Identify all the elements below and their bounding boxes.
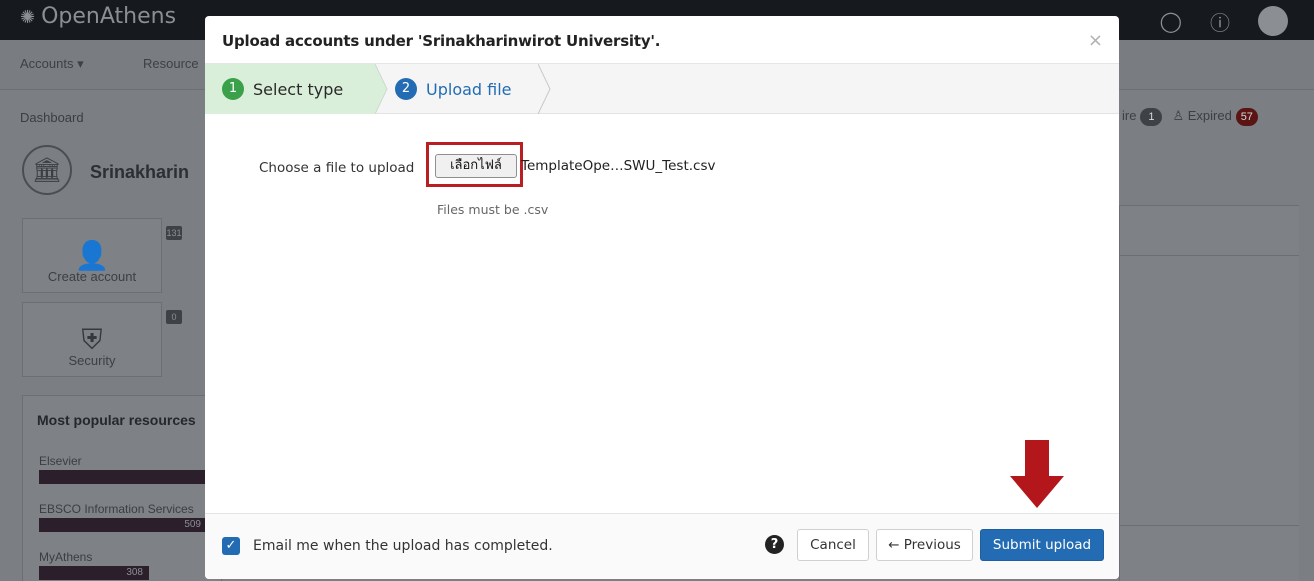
selected-file-name: TemplateOpe…SWU_Test.csv <box>521 158 716 174</box>
divider <box>1119 255 1299 256</box>
tile-label: Security <box>68 353 116 368</box>
tile-badge: 131 <box>166 226 182 240</box>
help-icon[interactable]: ? <box>765 535 784 554</box>
status-badge: 57 <box>1235 108 1258 126</box>
tile-security[interactable]: ⛨ Security <box>22 302 162 377</box>
resource-label: Elsevier <box>39 454 82 468</box>
modal-header: Upload accounts under 'Srinakharinwirot … <box>205 16 1119 64</box>
annotation-arrow-down-icon <box>1010 440 1064 508</box>
chat-icon[interactable]: ◯ <box>1160 9 1182 33</box>
tile-label: Create account <box>47 269 137 284</box>
popular-resources-panel: Most popular resources Elsevier EBSCO In… <box>22 395 223 581</box>
tile-badge: 0 <box>166 310 182 324</box>
org-name: Srinakharin <box>90 162 190 182</box>
account-statuses: ire 1 ♙ Expired 57 <box>1122 108 1258 126</box>
file-upload-row: Choose a file to upload เลือกไฟล์ Templa… <box>205 114 1119 234</box>
top-bar-icons: ◯ ⓘ <box>1160 6 1288 36</box>
shield-icon: ⛨ <box>81 323 103 356</box>
step-upload-file[interactable]: 2 Upload file <box>395 64 545 114</box>
institution-icon: 🏛 <box>22 145 72 195</box>
wizard-steps: 1 Select type 2 Upload file <box>205 64 1119 114</box>
app-logo: ✺ OpenAthens <box>20 4 177 29</box>
panel-title: Most popular resources <box>37 412 196 428</box>
step-separator <box>375 64 388 114</box>
close-icon[interactable]: × <box>1088 30 1103 51</box>
step-separator <box>538 64 551 114</box>
avatar[interactable] <box>1258 6 1288 36</box>
step-label: Select type <box>253 79 344 99</box>
file-upload-label: Choose a file to upload <box>259 160 415 176</box>
tile-create-account[interactable]: 👤 Create account <box>22 218 162 293</box>
resource-bar: 509 <box>39 518 207 532</box>
file-help-text: Files must be .csv <box>437 202 549 217</box>
email-notify-label[interactable]: Email me when the upload has completed. <box>253 538 553 554</box>
step-select-type[interactable]: 1 Select type <box>205 64 375 114</box>
step-label: Upload file <box>426 79 512 99</box>
modal-title: Upload accounts under 'Srinakharinwirot … <box>222 32 661 50</box>
breadcrumb[interactable]: Dashboard <box>20 110 84 125</box>
nav-resources[interactable]: Resource <box>143 56 199 71</box>
step-number: 1 <box>222 78 244 100</box>
status-expired[interactable]: ♙ Expired 57 <box>1172 108 1258 126</box>
status-badge: 1 <box>1140 108 1163 126</box>
status-expiring[interactable]: ire 1 <box>1122 108 1163 126</box>
cancel-button[interactable]: Cancel <box>797 529 869 561</box>
resource-bar: 308 <box>39 566 149 580</box>
nav-accounts[interactable]: Accounts ▾ <box>20 56 84 72</box>
submit-upload-button[interactable]: Submit upload <box>980 529 1104 561</box>
resource-label: EBSCO Information Services <box>39 502 194 516</box>
info-icon[interactable]: ⓘ <box>1210 7 1230 36</box>
step-number: 2 <box>395 78 417 100</box>
modal-footer: ✓ Email me when the upload has completed… <box>205 513 1119 579</box>
choose-file-button[interactable]: เลือกไฟล์ <box>435 154 517 178</box>
resource-bar <box>39 470 223 484</box>
upload-modal: Upload accounts under 'Srinakharinwirot … <box>205 16 1119 579</box>
divider <box>1119 525 1299 526</box>
email-notify-checkbox[interactable]: ✓ <box>222 537 240 555</box>
previous-button[interactable]: ← Previous <box>876 529 973 561</box>
user-plus-icon: 👤 <box>74 239 110 272</box>
resource-label: MyAthens <box>39 550 93 564</box>
openathens-logo-icon: ✺ <box>20 7 36 28</box>
